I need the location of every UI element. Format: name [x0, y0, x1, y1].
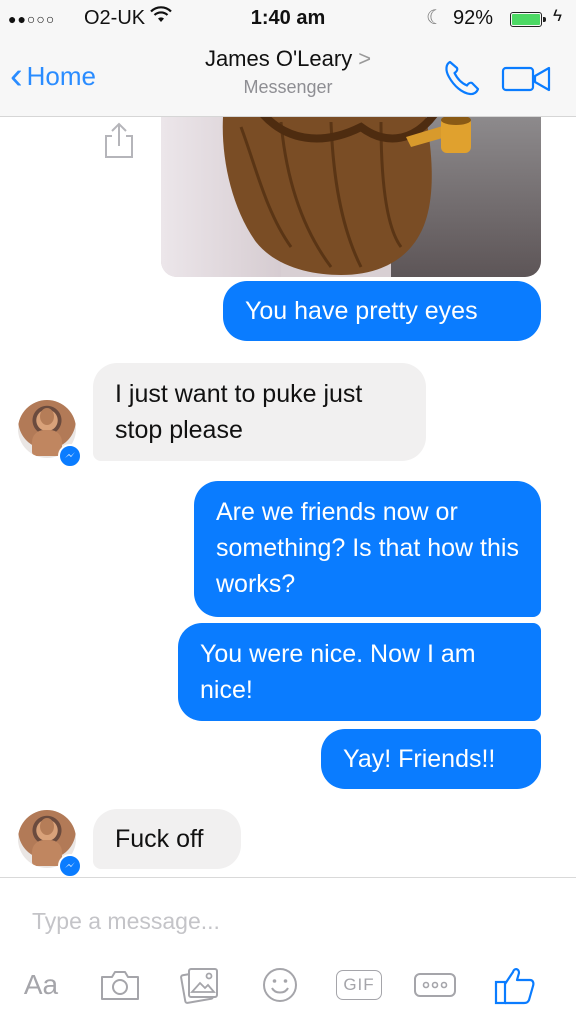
- charging-bolt-icon: ϟ: [553, 6, 562, 25]
- message-composer: Aa GIF: [0, 877, 576, 1025]
- phone-call-icon[interactable]: [440, 56, 484, 100]
- photo-gallery-icon[interactable]: [176, 964, 224, 1006]
- share-icon[interactable]: [102, 122, 136, 160]
- gif-label: GIF: [336, 970, 382, 1000]
- message-thread[interactable]: You have pretty eyes I just want to puke…: [0, 117, 576, 878]
- text-format-button[interactable]: Aa: [18, 964, 64, 1006]
- avatar-head: [40, 818, 54, 835]
- outgoing-message-bubble[interactable]: You have pretty eyes: [223, 281, 541, 341]
- header-subtitle: Messenger: [243, 77, 333, 97]
- gif-button[interactable]: GIF: [336, 964, 382, 1006]
- outgoing-message-bubble[interactable]: Are we friends now or something? Is that…: [194, 481, 541, 617]
- contact-name: James O'Leary: [204, 46, 353, 71]
- more-options-icon[interactable]: [412, 964, 458, 1006]
- status-bar: ●●○○○ O2-UK 1:40 am ☾ 92% ϟ: [0, 0, 576, 40]
- message-input[interactable]: [30, 902, 534, 940]
- contact-name-button[interactable]: James O'Leary >: [0, 46, 576, 72]
- beard-and-pipe-sticker: [222, 117, 471, 275]
- video-call-icon[interactable]: [500, 62, 554, 96]
- outgoing-message-bubble[interactable]: You were nice. Now I am nice!: [178, 623, 541, 721]
- outgoing-message-bubble[interactable]: Yay! Friends!!: [321, 729, 541, 789]
- messenger-badge-icon: [58, 854, 82, 878]
- incoming-message-bubble[interactable]: Fuck off: [93, 809, 241, 869]
- do-not-disturb-moon-icon: ☾: [426, 7, 444, 29]
- conversation-header: ‹ Home James O'Leary > Messenger: [0, 40, 576, 117]
- chevron-right-icon: >: [358, 46, 372, 71]
- shared-photo[interactable]: [161, 117, 541, 277]
- thumbs-up-icon[interactable]: [488, 964, 542, 1006]
- incoming-message-bubble[interactable]: I just want to puke just stop please: [93, 363, 426, 461]
- messenger-badge-icon: [58, 444, 82, 468]
- avatar-head: [40, 408, 54, 425]
- camera-icon[interactable]: [96, 964, 144, 1006]
- battery-level-fill: [512, 14, 540, 25]
- battery-icon: [510, 12, 546, 27]
- battery-percent: 92%: [453, 7, 494, 29]
- emoji-icon[interactable]: [258, 964, 302, 1006]
